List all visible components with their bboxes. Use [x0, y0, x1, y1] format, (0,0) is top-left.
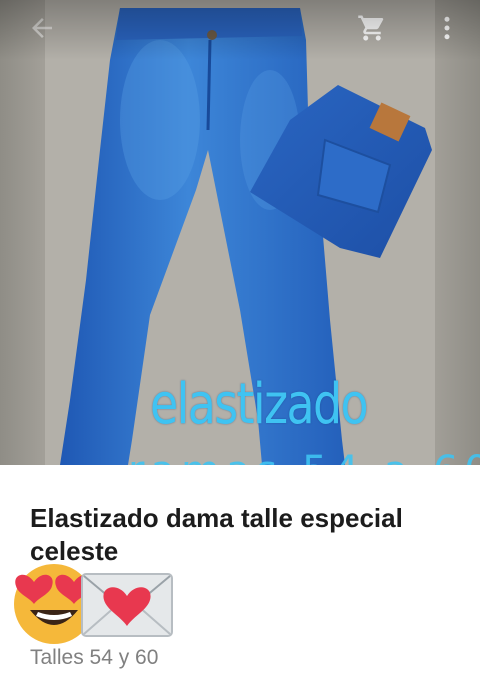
emoji-row — [12, 560, 182, 646]
shopping-cart-icon — [358, 15, 384, 41]
love-letter-emoji — [81, 573, 173, 637]
more-vert-icon — [444, 16, 450, 40]
more-options-button[interactable] — [427, 8, 467, 48]
product-subtitle: Talles 54 y 60 — [30, 646, 159, 669]
cart-button[interactable] — [352, 8, 392, 48]
arrow-back-icon — [32, 18, 52, 38]
image-overlay-text: elastizado — [150, 372, 369, 437]
product-title: Elastizado dama talle especial celeste — [30, 503, 403, 566]
image-overlay-text-2: ramas 54 a 60 — [128, 448, 480, 465]
back-button[interactable] — [22, 8, 62, 48]
product-image[interactable]: elastizado ramas 54 a 60 — [0, 0, 480, 465]
